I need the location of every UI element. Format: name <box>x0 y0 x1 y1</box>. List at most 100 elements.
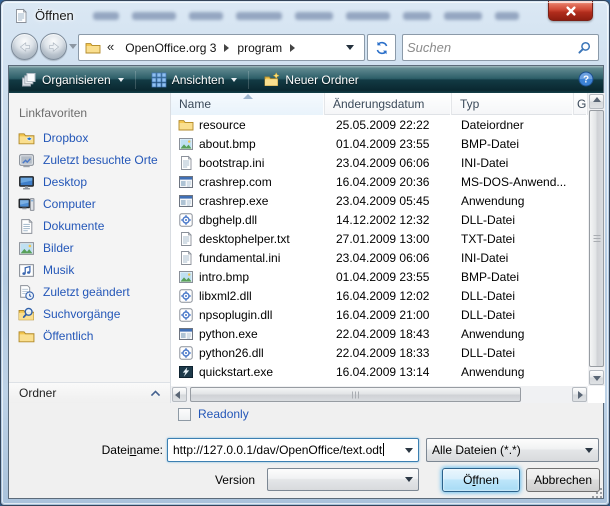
pictures-icon <box>18 240 35 257</box>
thumb-grip <box>593 235 600 243</box>
sidebar-item-label: Dokumente <box>43 219 104 233</box>
text-file-icon <box>178 250 194 266</box>
file-date: 25.05.2009 22:22 <box>325 118 452 132</box>
file-row[interactable]: python.exe22.04.2009 18:43Anwendung <box>171 324 588 343</box>
ghost-menu-blob <box>444 12 482 20</box>
file-row[interactable]: crashrep.exe23.04.2009 05:45Anwendung <box>171 191 588 210</box>
file-row[interactable]: libxml2.dll16.04.2009 12:02DLL-Datei <box>171 286 588 305</box>
cancel-button[interactable]: Abbrechen <box>526 468 600 492</box>
file-row[interactable]: dbghelp.dll14.12.2002 12:32DLL-Datei <box>171 210 588 229</box>
sidebar-item-dropbox[interactable]: Dropbox <box>9 127 170 149</box>
breadcrumb-item[interactable]: program <box>231 38 288 58</box>
back-button[interactable] <box>11 33 38 60</box>
filename-history-dropdown[interactable] <box>401 440 417 460</box>
open-button[interactable]: Öffnen <box>442 468 520 492</box>
file-type: Dateiordner <box>452 118 574 132</box>
folders-expander[interactable]: Ordner <box>9 382 170 403</box>
navigation-bar: « OpenOffice.org 3 program <box>1 31 609 65</box>
column-header--nderungsdatum[interactable]: Änderungsdatum <box>325 93 452 115</box>
title-bar[interactable]: Öffnen <box>1 1 609 31</box>
horizontal-scroll-thumb[interactable] <box>190 387 521 402</box>
scroll-down-button[interactable] <box>589 370 604 385</box>
quickstart-app-icon <box>178 364 194 380</box>
sidebar-item-bilder[interactable]: Bilder <box>9 237 170 259</box>
sidebar-item-label: Zuletzt geändert <box>43 285 130 299</box>
sidebar-item--ffentlich[interactable]: Öffentlich <box>9 325 170 347</box>
scroll-right-button[interactable] <box>572 387 587 402</box>
sidebar-item-musik[interactable]: Musik <box>9 259 170 281</box>
sidebar-item-computer[interactable]: Computer <box>9 193 170 215</box>
recent-pages-dropdown[interactable] <box>69 44 77 49</box>
breadcrumb-overflow-chevron[interactable]: « <box>107 39 114 54</box>
sidebar-item-zuletzt-ge-ndert[interactable]: Zuletzt geändert <box>9 281 170 303</box>
file-name: resource <box>199 118 246 132</box>
breadcrumb-item[interactable]: OpenOffice.org 3 <box>119 38 222 58</box>
file-name: dbghelp.dll <box>199 213 257 227</box>
file-name: crashrep.com <box>199 175 272 189</box>
filetype-select[interactable]: Alle Dateien (*.*) <box>426 438 599 462</box>
sidebar-item-desktop[interactable]: Desktop <box>9 171 170 193</box>
horizontal-scrollbar[interactable] <box>171 386 588 403</box>
file-row[interactable]: quickstart.exe16.04.2009 13:14Anwendung <box>171 362 588 381</box>
refresh-button[interactable] <box>367 34 396 61</box>
sidebar-item-label: Dropbox <box>43 131 88 145</box>
file-row[interactable]: desktophelper.txt27.01.2009 13:00TXT-Dat… <box>171 229 588 248</box>
file-row[interactable]: fundamental.ini23.04.2009 06:06INI-Datei <box>171 248 588 267</box>
readonly-checkbox[interactable] <box>178 408 191 421</box>
column-header-g[interactable]: G <box>574 93 588 115</box>
dll-file-icon <box>178 212 194 228</box>
scroll-left-button[interactable] <box>172 387 187 402</box>
ghost-menu-blob <box>495 12 519 20</box>
sidebar-item-suchvorg-nge[interactable]: Suchvorgänge <box>9 303 170 325</box>
organize-button[interactable]: Organisieren <box>13 69 132 90</box>
file-row[interactable]: python26.dll22.04.2009 18:33DLL-Datei <box>171 343 588 362</box>
sidebar-item-dokumente[interactable]: Dokumente <box>9 215 170 237</box>
chevron-down-icon <box>405 448 413 453</box>
file-row[interactable]: about.bmp01.04.2009 23:55BMP-Datei <box>171 134 588 153</box>
scroll-up-button[interactable] <box>589 94 604 109</box>
vertical-scrollbar[interactable] <box>588 93 605 386</box>
breadcrumb[interactable]: « OpenOffice.org 3 program <box>78 34 365 61</box>
forward-arrow-icon <box>46 39 62 55</box>
file-type: DLL-Datei <box>452 289 574 303</box>
close-button[interactable] <box>548 1 593 21</box>
version-select[interactable] <box>267 468 419 491</box>
column-header-row: NameÄnderungsdatumTypG <box>171 93 588 115</box>
help-button[interactable] <box>578 71 594 87</box>
version-dropdown[interactable] <box>401 470 417 489</box>
file-row[interactable]: crashrep.com16.04.2009 20:36MS-DOS-Anwen… <box>171 172 588 191</box>
filename-input[interactable]: http://127.0.0.1/dav/OpenOffice/text.odt <box>167 438 419 462</box>
chevron-down-icon <box>585 448 593 453</box>
favorites-header: Linkfavoriten <box>9 93 170 120</box>
vertical-scroll-thumb[interactable] <box>589 110 604 367</box>
file-type: TXT-Datei <box>452 232 574 246</box>
ghost-menu-blob <box>132 12 176 20</box>
back-arrow-icon <box>17 39 33 55</box>
new-folder-button[interactable]: Neuer Ordner <box>256 69 366 90</box>
file-name: python26.dll <box>199 346 264 360</box>
column-header-typ[interactable]: Typ <box>452 93 574 115</box>
column-header-name[interactable]: Name <box>171 93 325 115</box>
file-row[interactable]: intro.bmp01.04.2009 23:55BMP-Datei <box>171 267 588 286</box>
file-date: 22.04.2009 18:33 <box>325 346 452 360</box>
readonly-label[interactable]: Readonly <box>198 407 249 421</box>
dialog-body: Organisieren Ansichten Neuer Ordner Link… <box>8 65 604 499</box>
toolbar-separator <box>135 71 136 89</box>
chevron-down-icon <box>231 78 237 82</box>
breadcrumb-dropdown-icon[interactable] <box>346 45 354 50</box>
filetype-dropdown[interactable] <box>581 440 597 460</box>
views-button[interactable]: Ansichten <box>143 69 246 90</box>
ghost-menu-blob <box>346 12 390 20</box>
resize-grip[interactable] <box>596 492 598 494</box>
file-row[interactable]: bootstrap.ini23.04.2009 06:06INI-Datei <box>171 153 588 172</box>
sidebar-item-zuletzt-besuchte-orte[interactable]: Zuletzt besuchte Orte <box>9 149 170 171</box>
file-row[interactable]: resource 25.05.2009 22:22Dateiordner <box>171 115 588 134</box>
search-input[interactable] <box>405 37 573 58</box>
file-row[interactable]: npsoplugin.dll16.04.2009 21:00DLL-Datei <box>171 305 588 324</box>
forward-button[interactable] <box>40 33 67 60</box>
file-date: 23.04.2009 05:45 <box>325 194 452 208</box>
sidebar-item-label: Musik <box>43 263 74 277</box>
search-box <box>402 34 599 61</box>
recent-places-icon <box>18 152 35 169</box>
search-icon <box>576 40 592 56</box>
